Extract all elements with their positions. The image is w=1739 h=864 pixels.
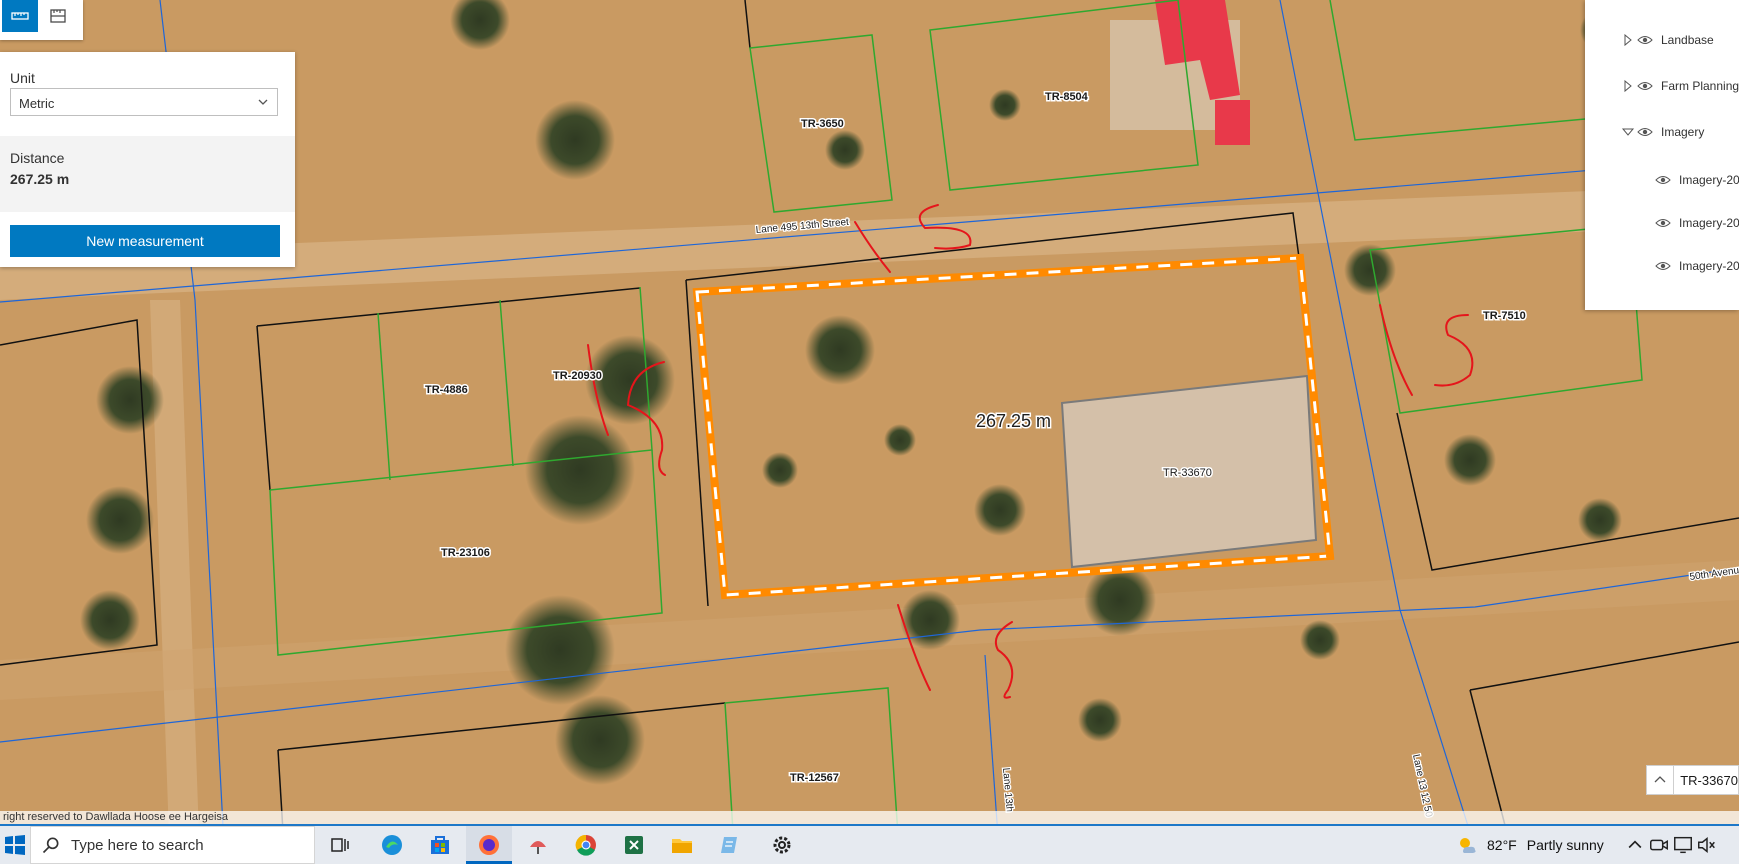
eye-icon[interactable] — [1637, 33, 1653, 47]
eye-icon[interactable] — [1655, 259, 1671, 273]
parcel-label-tr-23106: TR-23106 — [441, 547, 490, 559]
measurement-map-label: 267.25 m — [976, 411, 1051, 431]
measurement-panel: Unit Metric Distance 267.25 m New measur… — [0, 52, 295, 267]
tray-meet-now[interactable] — [1648, 826, 1670, 864]
distance-result: Distance 267.25 m — [0, 136, 295, 212]
new-measurement-button[interactable]: New measurement — [10, 225, 280, 257]
layer-item-imagery-sub-2[interactable]: Imagery-20 — [1655, 213, 1739, 233]
taskbar-settings[interactable] — [762, 826, 802, 864]
excel-icon — [625, 836, 643, 854]
taskbar-file-explorer[interactable] — [662, 826, 702, 864]
camera-icon — [1650, 839, 1668, 851]
taskbar-store[interactable] — [420, 826, 460, 864]
search-placeholder: Type here to search — [71, 836, 204, 854]
chrome-icon — [575, 834, 596, 856]
task-view-button[interactable] — [325, 826, 355, 864]
task-view-icon — [331, 838, 349, 852]
unit-select[interactable]: Metric — [10, 88, 278, 116]
settings-icon — [773, 836, 791, 854]
eye-icon[interactable] — [1655, 173, 1671, 187]
taskbar-app[interactable] — [518, 826, 558, 864]
distance-measure-button[interactable] — [2, 0, 38, 32]
tray-network[interactable] — [1672, 826, 1694, 864]
unit-select-value: Metric — [19, 96, 55, 111]
parcel-label-tr-20930: TR-20930 — [553, 370, 602, 382]
layer-label: Imagery — [1661, 125, 1705, 139]
weather-temperature: 82°F — [1487, 837, 1517, 853]
parcel-label-tr-12567: TR-12567 — [790, 772, 839, 784]
layer-item-imagery[interactable]: Imagery — [1621, 122, 1704, 142]
eye-icon[interactable] — [1637, 125, 1653, 139]
layer-label: Imagery-20 — [1679, 259, 1739, 273]
layer-label: Landbase — [1661, 33, 1714, 47]
chevron-up-icon — [1628, 840, 1642, 849]
eye-icon[interactable] — [1637, 79, 1653, 93]
edge-icon — [382, 835, 402, 855]
notepad-icon — [721, 837, 737, 853]
ruler-icon — [11, 12, 29, 20]
distance-label: Distance — [10, 150, 65, 166]
area-measure-button[interactable] — [40, 0, 76, 32]
weather-widget[interactable]: 82°F Partly sunny — [1455, 826, 1604, 864]
layer-label: Farm Planning — [1661, 79, 1739, 93]
taskbar-edge[interactable] — [372, 826, 412, 864]
layer-label: Imagery-20 — [1679, 173, 1739, 187]
layer-label: Imagery-20 — [1679, 216, 1739, 230]
search-icon — [42, 837, 59, 854]
expand-table-button[interactable] — [1647, 766, 1675, 794]
windows-logo-icon — [5, 835, 25, 855]
app-icon — [530, 841, 546, 854]
parcel-label-tr-4886: TR-4886 — [425, 384, 468, 396]
layer-list-panel: Landbase Farm Planning Imagery Imagery-2… — [1585, 0, 1739, 310]
parcel-label-tr-8504: TR-8504 — [1045, 91, 1089, 103]
show-hidden-icons-button[interactable] — [1625, 826, 1645, 864]
feature-table-tab[interactable]: TR-33670 — [1646, 765, 1739, 795]
taskbar-excel[interactable] — [614, 826, 654, 864]
feature-table-tab-label: TR-33670 — [1680, 772, 1738, 788]
store-icon — [431, 836, 449, 854]
network-icon — [1674, 836, 1692, 854]
weather-condition: Partly sunny — [1526, 837, 1604, 853]
collapse-triangle-icon[interactable] — [1621, 125, 1635, 139]
chevron-up-icon — [1654, 776, 1666, 783]
expand-triangle-icon[interactable] — [1621, 33, 1635, 47]
windows-taskbar: Type here to search 82°F Partly sunny — [0, 826, 1739, 864]
taskbar-search-box[interactable]: Type here to search — [30, 826, 315, 864]
measure-toolbar — [0, 0, 83, 40]
expand-triangle-icon[interactable] — [1621, 79, 1635, 93]
firefox-icon — [479, 835, 499, 855]
partly-sunny-icon — [1460, 838, 1476, 853]
chevron-down-icon — [258, 99, 268, 105]
parcel-label-tr-7510: TR-7510 — [1483, 310, 1526, 322]
area-measure-icon — [50, 9, 66, 23]
layer-item-imagery-sub-1[interactable]: Imagery-20 — [1655, 170, 1739, 190]
eye-icon[interactable] — [1655, 216, 1671, 230]
unit-label: Unit — [10, 70, 35, 86]
map-attribution: right reserved to Dawllada Hoose ee Harg… — [0, 811, 1739, 824]
taskbar-notepad[interactable] — [710, 826, 750, 864]
distance-value: 267.25 m — [10, 171, 70, 187]
layer-item-imagery-sub-3[interactable]: Imagery-20 — [1655, 256, 1739, 276]
speaker-icon — [1698, 837, 1715, 853]
start-button[interactable] — [0, 826, 30, 864]
taskbar-chrome[interactable] — [566, 826, 606, 864]
layer-item-farm-planning[interactable]: Farm Planning — [1621, 76, 1739, 96]
layer-item-landbase[interactable]: Landbase — [1621, 30, 1714, 50]
tray-volume[interactable] — [1696, 826, 1718, 864]
parcel-label-tr-33670: TR-33670 — [1163, 467, 1212, 479]
taskbar-firefox[interactable] — [466, 826, 512, 864]
parcel-label-tr-3650: TR-3650 — [801, 118, 844, 130]
file-explorer-icon — [672, 839, 692, 853]
